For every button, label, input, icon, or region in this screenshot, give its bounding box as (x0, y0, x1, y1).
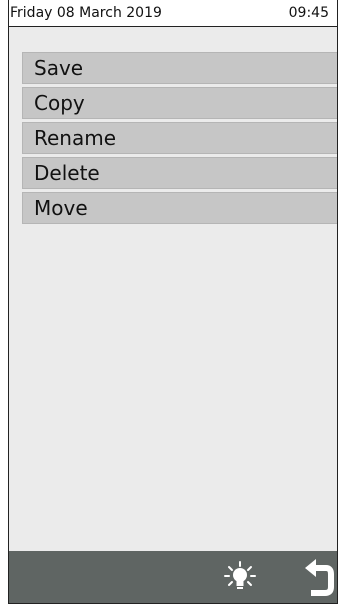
status-date: Friday 08 March 2019 (10, 4, 162, 21)
menu-item-save[interactable]: Save (22, 52, 337, 84)
menu-item-move[interactable]: Move (22, 192, 337, 224)
context-menu: Save Copy Rename Delete Move (22, 52, 337, 227)
lightbulb-button[interactable] (218, 551, 262, 603)
menu-item-delete[interactable]: Delete (22, 157, 337, 189)
status-bar: Friday 08 March 2019 09:45 (9, 0, 337, 27)
lightbulb-icon (224, 561, 256, 589)
menu-item-rename[interactable]: Rename (22, 122, 337, 154)
back-arrow-icon (305, 559, 334, 596)
bottom-toolbar (9, 551, 337, 603)
menu-item-copy[interactable]: Copy (22, 87, 337, 119)
back-button[interactable] (295, 551, 337, 603)
status-time: 09:45 (288, 4, 329, 21)
device-screen: Friday 08 March 2019 09:45 Save Copy Ren… (8, 0, 338, 604)
